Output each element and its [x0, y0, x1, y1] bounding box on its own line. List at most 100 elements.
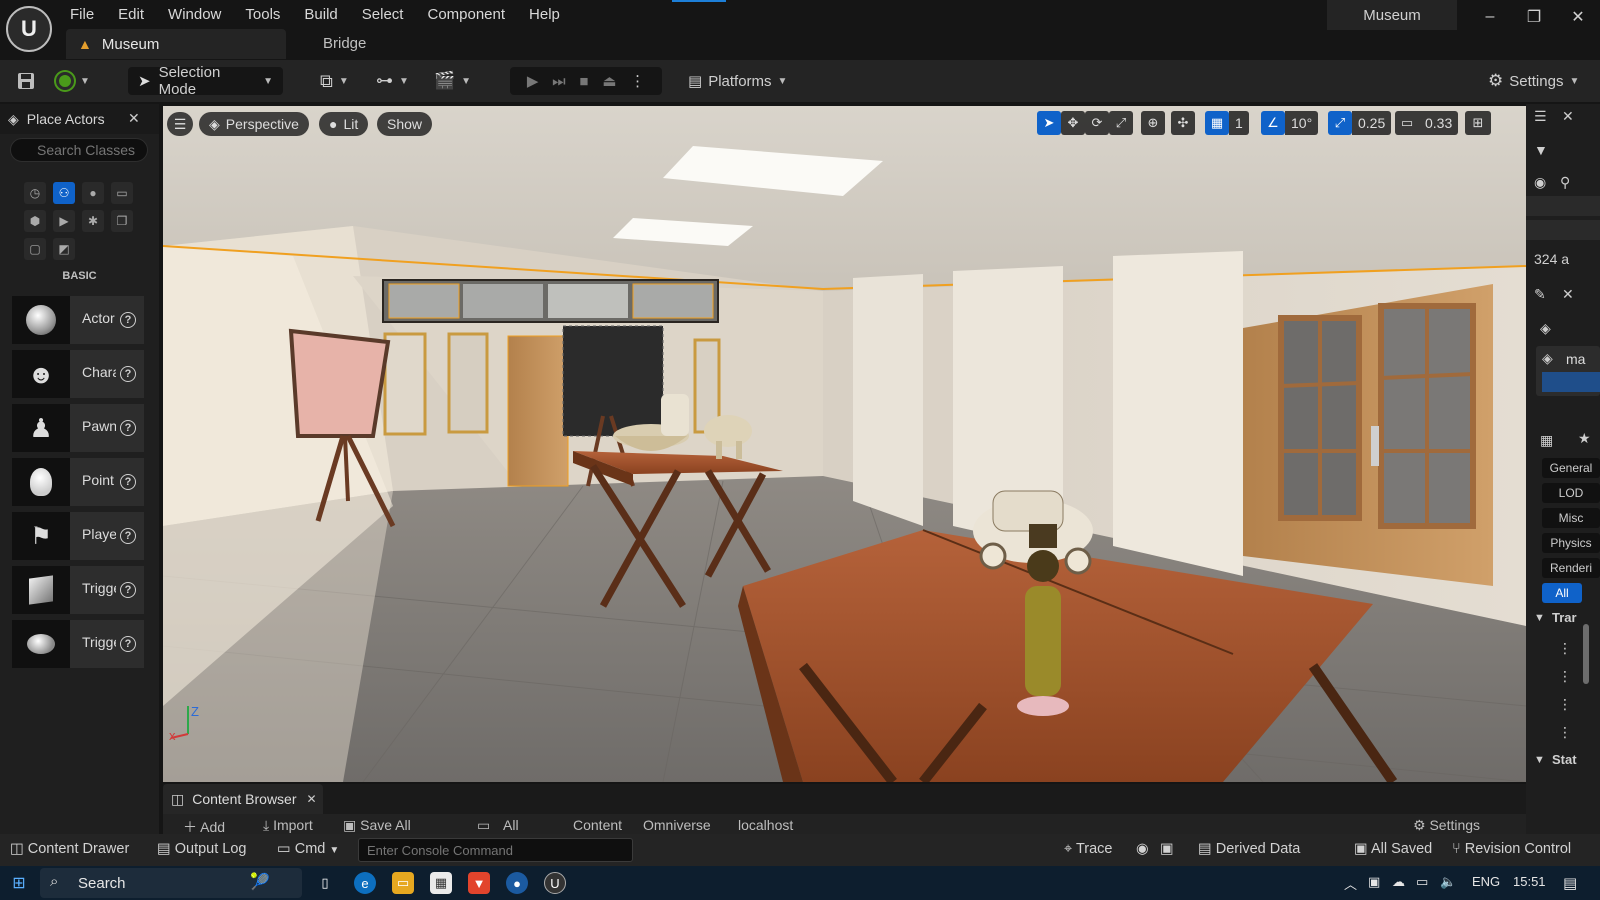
file-explorer-icon[interactable]: ▭ [392, 872, 414, 894]
tab-bridge[interactable]: Bridge [323, 35, 366, 52]
actor-item-pawn[interactable]: ♟ Pawn ? [12, 404, 144, 452]
filter-icon[interactable]: ▼ [1534, 142, 1548, 158]
taskbar-search-box[interactable]: ⌕ Search 🎾 [40, 868, 302, 898]
shapes-icon[interactable]: ▢ [24, 238, 46, 260]
more-options-icon[interactable]: ⋮ [630, 72, 645, 90]
console-command-input[interactable] [358, 838, 633, 862]
selection-mode-dropdown[interactable]: ➤ Selection Mode ▼ [128, 64, 283, 98]
transform-section-header[interactable]: Trar [1552, 610, 1577, 625]
menu-help[interactable]: Help [517, 6, 572, 23]
camera-speed-icon[interactable]: ▭ [1395, 111, 1419, 135]
tray-app-icon[interactable]: ▣ [1368, 874, 1380, 890]
trace-button[interactable]: ⌖ Trace [1064, 841, 1112, 857]
app-circle-icon[interactable]: ● [506, 872, 528, 894]
close-button[interactable]: ✕ [1556, 7, 1600, 27]
cb-settings-button[interactable]: ⚙ Settings [1413, 817, 1480, 834]
help-icon[interactable]: ? [120, 636, 136, 652]
save-all-button[interactable]: ▣ Save All [343, 817, 411, 834]
menu-build[interactable]: Build [292, 6, 349, 23]
outliner-close-icon[interactable]: ✕ [1562, 108, 1574, 125]
screenshot-icon[interactable]: ▣ [1160, 841, 1174, 857]
tray-chevron-icon[interactable]: ︿ [1344, 874, 1357, 893]
menu-window[interactable]: Window [156, 6, 233, 23]
menu-component[interactable]: Component [415, 6, 517, 23]
menu-tools[interactable]: Tools [233, 6, 292, 23]
add-button[interactable]: ＋ Add [183, 817, 225, 834]
play-icon[interactable]: ▶ [527, 72, 539, 90]
details-tab-physics[interactable]: Physics [1542, 533, 1600, 553]
place-actors-close-button[interactable]: ✕ [128, 110, 140, 127]
rotation-snap-icon[interactable]: ∠ [1261, 111, 1285, 135]
translate-tool-icon[interactable]: ✥ [1061, 111, 1085, 135]
eject-icon[interactable]: ⏏ [602, 72, 616, 90]
unreal-engine-taskbar-icon[interactable]: U [544, 872, 566, 894]
all-classes-icon[interactable]: ❐ [111, 210, 133, 232]
rotate-tool-icon[interactable]: ⟳ [1085, 111, 1109, 135]
restore-button[interactable]: ❐ [1512, 7, 1556, 27]
language-indicator[interactable]: ENG [1472, 874, 1500, 889]
geometry-icon[interactable]: ▶ [53, 210, 75, 232]
viewport-layout-icon[interactable]: ⊞ [1465, 111, 1491, 135]
more-vertical-icon[interactable]: ⋮ [1558, 640, 1572, 657]
breadcrumb-omniverse[interactable]: Omniverse [643, 817, 711, 833]
actor-item-player-start[interactable]: ⚑ Player Start ? [12, 512, 144, 560]
details-tab-lod[interactable]: LOD [1542, 483, 1600, 503]
visual-effects-icon[interactable]: ⬢ [24, 210, 46, 232]
actor-item-character[interactable]: ☻ Character ? [12, 350, 144, 398]
volume-icon[interactable]: 🔈 [1440, 874, 1456, 890]
actor-component-row[interactable] [1542, 372, 1600, 392]
static-mesh-section-header[interactable]: Stat [1552, 752, 1577, 767]
tab-level-museum[interactable]: ▲ Museum [66, 29, 286, 59]
source-control-button[interactable]: ▼ [56, 67, 90, 95]
all-saved-button[interactable]: ▣ All Saved [1354, 841, 1432, 857]
content-drawer-button[interactable]: ◫ Content Drawer [10, 841, 129, 857]
more-vertical-icon[interactable]: ⋮ [1558, 696, 1572, 713]
windows-start-icon[interactable]: ⊞ [8, 872, 30, 894]
help-icon[interactable]: ? [120, 474, 136, 490]
breadcrumb-all[interactable]: All [503, 817, 519, 833]
platforms-dropdown[interactable]: ▤ Platforms ▼ [688, 67, 787, 95]
onedrive-icon[interactable]: ☁ [1392, 874, 1405, 890]
record-icon[interactable]: ◉ [1136, 841, 1149, 857]
advance-frame-icon[interactable]: ⏭ [552, 73, 566, 90]
perspective-dropdown[interactable]: ◈ Perspective [199, 112, 309, 136]
recent-icon[interactable]: ◷ [24, 182, 46, 204]
lit-dropdown[interactable]: ● Lit [319, 112, 369, 136]
search-classes-input[interactable] [10, 138, 148, 162]
task-view-icon[interactable]: ▯ [314, 872, 336, 894]
scale-tool-icon[interactable]: ⤢ [1109, 111, 1133, 135]
grid-snap-value[interactable]: 1 [1229, 111, 1249, 135]
help-icon[interactable]: ? [120, 312, 136, 328]
help-icon[interactable]: ? [120, 582, 136, 598]
more-vertical-icon[interactable]: ⋮ [1558, 724, 1572, 741]
notifications-icon[interactable]: ▤ [1563, 874, 1577, 892]
clock-time[interactable]: 15:51 [1513, 874, 1546, 889]
cinematic-icon[interactable]: ▭ [111, 182, 133, 204]
selected-actor-card[interactable]: ◈ ma [1536, 346, 1600, 396]
unreal-logo-icon[interactable]: U [6, 6, 52, 52]
viewport-options-button[interactable]: ☰ [167, 112, 193, 136]
import-button[interactable]: ⤓ Import [263, 817, 313, 834]
stop-icon[interactable]: ■ [579, 73, 588, 90]
world-local-icon[interactable]: ⊕ [1141, 111, 1165, 135]
save-button[interactable] [16, 67, 36, 95]
store-icon[interactable]: ▦ [430, 872, 452, 894]
level-viewport[interactable]: Z x ☰ ◈ Perspective ● Lit Show ➤ ✥ ⟳ ⤢ ⊕… [163, 106, 1526, 782]
scale-snap-value[interactable]: 0.25 [1352, 111, 1392, 135]
help-icon[interactable]: ? [120, 420, 136, 436]
menu-edit[interactable]: Edit [106, 6, 156, 23]
pin-icon[interactable]: ⚲ [1560, 174, 1570, 191]
volumes-icon[interactable]: ✱ [82, 210, 104, 232]
select-tool-icon[interactable]: ➤ [1037, 111, 1061, 135]
rotation-snap-value[interactable]: 10° [1285, 111, 1319, 135]
actor-item-point-light[interactable]: Point Light ? [12, 458, 144, 506]
revision-control-button[interactable]: ⑂ Revision Control [1452, 841, 1571, 857]
details-tab-general[interactable]: General [1542, 458, 1600, 478]
scale-snap-icon[interactable]: ⤢ [1328, 111, 1352, 135]
details-tab-rendering[interactable]: Renderi [1542, 558, 1600, 578]
brave-browser-icon[interactable]: ▼ [468, 872, 490, 894]
more-vertical-icon[interactable]: ⋮ [1558, 668, 1572, 685]
network-icon[interactable]: ▭ [1416, 874, 1428, 890]
lights-icon[interactable]: ● [82, 182, 104, 204]
details-scrollbar[interactable] [1583, 624, 1589, 684]
